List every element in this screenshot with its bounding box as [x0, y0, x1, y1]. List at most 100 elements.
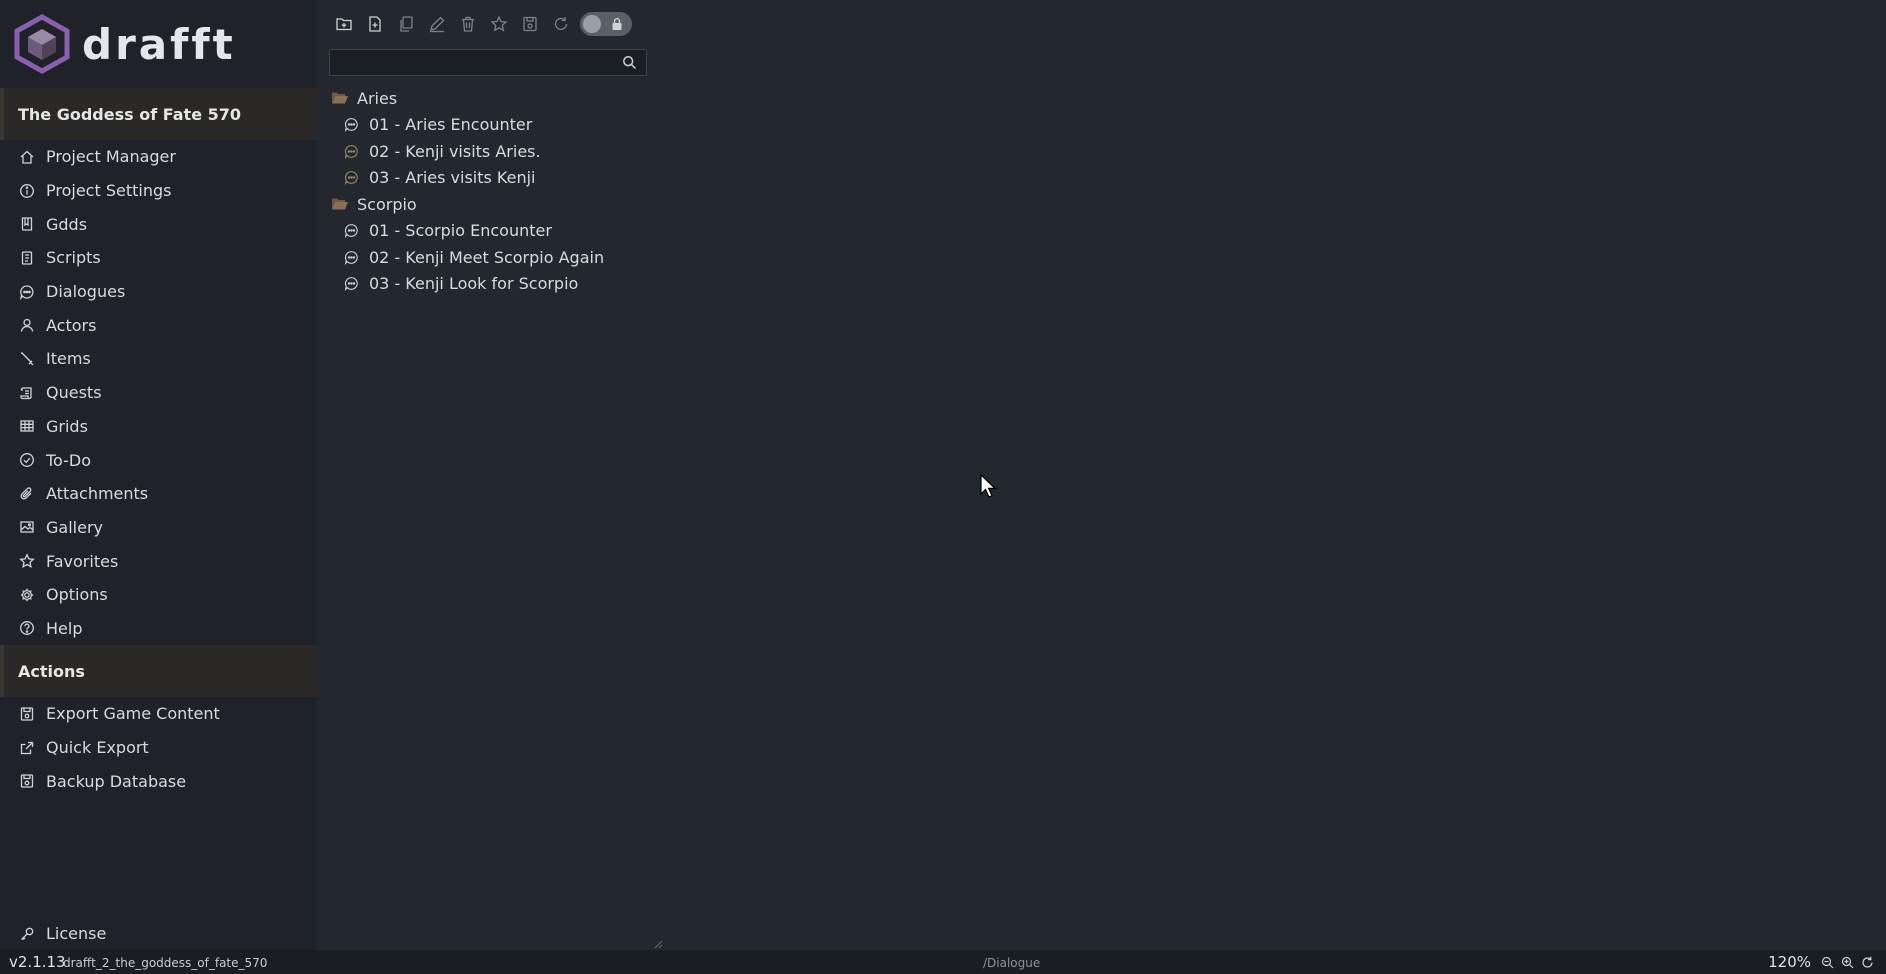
lock-icon — [612, 18, 622, 30]
tree-item[interactable]: 03 - Aries visits Kenji — [329, 165, 659, 192]
zoom-out-icon[interactable] — [1821, 956, 1834, 969]
license-nav: License — [0, 917, 317, 951]
search-input[interactable] — [336, 52, 620, 75]
chat-icon — [344, 224, 358, 239]
external-link-icon — [20, 741, 34, 754]
tree-folder-scorpio[interactable]: Scorpio — [329, 191, 659, 218]
edit-icon — [429, 16, 444, 33]
gear-icon — [20, 588, 34, 601]
action-label: Quick Export — [46, 738, 149, 758]
tree-folder-aries[interactable]: Aries — [329, 85, 659, 112]
database-icon — [20, 774, 34, 788]
star-icon — [489, 15, 508, 32]
sidebar-item-attachments[interactable]: Attachments — [0, 477, 317, 511]
refresh-button[interactable] — [545, 11, 576, 37]
project-title-header: The Goddess of Fate 570 — [0, 88, 317, 140]
app-name: drafft — [82, 19, 236, 69]
tree-item[interactable]: 02 - Kenji Meet Scorpio Again — [329, 244, 659, 271]
app-logo[interactable]: drafft — [14, 12, 236, 76]
refresh-icon — [554, 17, 567, 31]
delete-button[interactable] — [452, 11, 483, 37]
sidebar-item-label: Options — [46, 585, 108, 605]
current-route: /Dialogue — [983, 956, 1041, 970]
sidebar-item-label: Help — [46, 618, 83, 638]
sidebar-item-project-manager[interactable]: Project Manager — [0, 140, 317, 174]
edit-button[interactable] — [421, 11, 452, 37]
sword-icon — [21, 352, 34, 366]
sidebar-item-label: To-Do — [46, 450, 92, 470]
sidebar-item-label: Dialogues — [46, 282, 126, 302]
action-label: Export Game Content — [46, 704, 220, 724]
zoom-in-icon[interactable] — [1841, 956, 1854, 969]
sidebar-item-grids[interactable]: Grids — [0, 410, 317, 444]
reset-zoom-icon[interactable] — [1861, 956, 1874, 969]
sidebar: drafft The Goddess of Fate 570 Project M… — [0, 0, 317, 950]
paperclip-icon — [20, 487, 32, 500]
database-name: drafft_2_the_goddess_of_fate_570 — [63, 956, 268, 970]
key-icon — [21, 927, 34, 940]
chat-icon — [19, 284, 34, 300]
sidebar-item-gallery[interactable]: Gallery — [0, 511, 317, 545]
chat-icon — [344, 171, 358, 186]
chat-icon — [344, 250, 358, 265]
book-icon — [21, 217, 33, 231]
tree-item-label: 02 - Kenji Meet Scorpio Again — [369, 247, 605, 267]
tree-folder-label: Scorpio — [357, 194, 417, 214]
sidebar-item-license[interactable]: License — [0, 917, 317, 951]
sidebar-item-gdds[interactable]: Gdds — [0, 207, 317, 241]
search-icon[interactable] — [622, 55, 637, 70]
sidebar-item-label: Gallery — [46, 517, 103, 537]
panel-resize-handle-icon[interactable] — [654, 940, 663, 949]
sidebar-item-help[interactable]: Help — [0, 612, 317, 646]
action-quick-export[interactable]: Quick Export — [0, 731, 317, 765]
favorite-button[interactable] — [483, 11, 514, 37]
duplicate-icon — [399, 16, 413, 32]
sidebar-item-label: Quests — [46, 383, 102, 403]
sidebar-item-project-settings[interactable]: Project Settings — [0, 174, 317, 208]
toggle-knob — [583, 15, 601, 33]
export-icon — [20, 707, 34, 721]
save-icon — [522, 16, 537, 32]
chat-icon — [344, 277, 358, 292]
action-export-game-content[interactable]: Export Game Content — [0, 697, 317, 731]
tree-item[interactable]: 01 - Aries Encounter — [329, 112, 659, 139]
lock-toggle[interactable] — [580, 12, 632, 36]
tree-item[interactable]: 02 - Kenji visits Aries. — [329, 138, 659, 165]
tree-item-label: 01 - Scorpio Encounter — [369, 221, 552, 241]
sidebar-item-dialogues[interactable]: Dialogues — [0, 275, 317, 309]
new-file-button[interactable] — [359, 11, 390, 37]
new-folder-icon — [335, 18, 352, 31]
sidebar-item-label: Grids — [46, 416, 88, 436]
actions-title: Actions — [18, 661, 85, 681]
tree-folder-label: Aries — [357, 88, 398, 108]
tree-item-label: 01 - Aries Encounter — [369, 115, 533, 135]
image-icon — [20, 521, 34, 534]
sidebar-item-quests[interactable]: Quests — [0, 376, 317, 410]
tree-item[interactable]: 03 - Kenji Look for Scorpio — [329, 271, 659, 298]
dialogue-tree: Aries 01 - Aries Encounter 02 - Kenji vi… — [329, 85, 659, 297]
drafft-logo-icon — [14, 14, 70, 74]
actions-nav: Export Game Content Quick Export Backup … — [0, 697, 317, 798]
action-backup-database[interactable]: Backup Database — [0, 764, 317, 798]
tree-item-label: 03 - Kenji Look for Scorpio — [369, 274, 579, 294]
sidebar-item-label: Scripts — [46, 248, 101, 268]
check-circle-icon — [20, 453, 34, 467]
chat-icon — [344, 144, 358, 159]
main-nav: Project Manager Project Settings Gdds Sc… — [0, 140, 317, 645]
sidebar-item-favorites[interactable]: Favorites — [0, 544, 317, 578]
mouse-cursor-icon — [980, 474, 997, 498]
sidebar-item-options[interactable]: Options — [0, 578, 317, 612]
duplicate-button[interactable] — [390, 11, 421, 37]
sidebar-item-scripts[interactable]: Scripts — [0, 241, 317, 275]
sidebar-item-to-do[interactable]: To-Do — [0, 443, 317, 477]
new-folder-button[interactable] — [328, 11, 359, 37]
tree-item[interactable]: 01 - Scorpio Encounter — [329, 218, 659, 245]
sidebar-item-actors[interactable]: Actors — [0, 308, 317, 342]
toolbar — [328, 11, 632, 37]
sidebar-item-label: Project Manager — [46, 147, 176, 167]
info-icon — [20, 183, 34, 198]
sidebar-item-items[interactable]: Items — [0, 342, 317, 376]
sidebar-item-label: Favorites — [46, 551, 119, 571]
script-icon — [21, 251, 33, 265]
save-button[interactable] — [514, 11, 545, 37]
